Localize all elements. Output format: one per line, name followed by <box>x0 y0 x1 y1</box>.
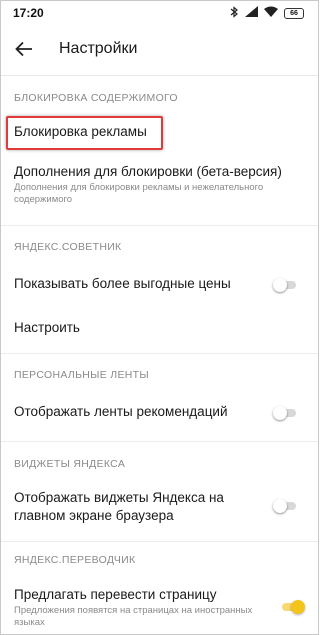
section-divider <box>1 541 318 542</box>
section-header-widgets: ВИДЖЕТЫ ЯНДЕКСА <box>14 458 126 470</box>
show-feeds-item[interactable]: Отображать ленты рекомендаций <box>14 403 228 421</box>
show-widgets-item-line1[interactable]: Отображать виджеты Яндекса на <box>14 489 224 507</box>
section-header-feeds: ПЕРСОНАЛЬНЫЕ ЛЕНТЫ <box>14 369 149 381</box>
show-prices-toggle[interactable] <box>273 277 299 293</box>
configure-item[interactable]: Настроить <box>14 319 80 337</box>
app-bar: Настройки <box>1 25 318 73</box>
show-widgets-toggle[interactable] <box>273 498 299 514</box>
page-title: Настройки <box>59 40 138 57</box>
signal-icon <box>245 6 258 20</box>
offer-translate-subtitle: Предложения появятся на страницах на ино… <box>14 605 253 628</box>
section-divider <box>1 441 318 442</box>
section-header-advisor: ЯНДЕКС.СОВЕТНИК <box>14 241 122 253</box>
wifi-icon <box>264 6 278 20</box>
app-bar-divider <box>1 75 318 76</box>
section-divider <box>1 225 318 226</box>
bluetooth-icon <box>230 5 239 21</box>
section-header-translator: ЯНДЕКС.ПЕРЕВОДЧИК <box>14 554 136 566</box>
section-divider <box>1 353 318 354</box>
blocking-addons-item[interactable]: Дополнения для блокировки (бета-версия) <box>14 163 282 181</box>
offer-translate-item[interactable]: Предлагать перевести страницу <box>14 586 217 604</box>
back-button[interactable] <box>13 38 35 60</box>
show-feeds-toggle[interactable] <box>273 405 299 421</box>
screen: 17:20 66 Настройки БЛОКИРОВКА СОДЕРЖИМОГ… <box>0 0 319 635</box>
section-header-content-blocking: БЛОКИРОВКА СОДЕРЖИМОГО <box>14 92 178 104</box>
show-widgets-item-line2[interactable]: главном экране браузера <box>14 507 174 525</box>
status-time: 17:20 <box>13 6 44 20</box>
offer-translate-toggle[interactable] <box>279 599 305 615</box>
status-bar: 17:20 66 <box>1 1 318 25</box>
battery-icon: 66 <box>284 7 304 19</box>
show-prices-item[interactable]: Показывать более выгодные цены <box>14 275 231 293</box>
highlight-box <box>6 116 163 150</box>
status-icons: 66 <box>230 5 304 21</box>
blocking-addons-subtitle: Дополнения для блокировки рекламы и неже… <box>14 182 264 205</box>
arrow-left-icon <box>15 41 32 57</box>
